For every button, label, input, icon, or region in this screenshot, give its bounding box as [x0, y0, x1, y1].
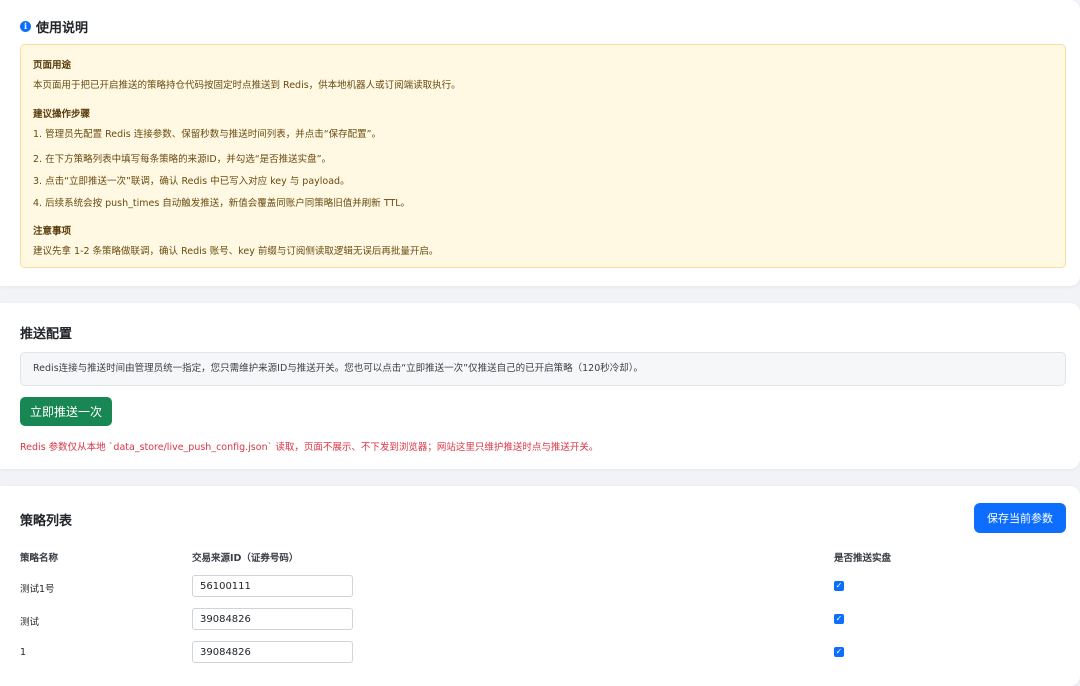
step-item: 4. 后续系统会按 push_times 自动触发推送，新值会覆盖同账户同策略旧… [33, 198, 411, 209]
checkmark-icon: ✓ [835, 647, 843, 656]
usage-guide-card: i 使用说明 页面用途 本页面用于把已开启推送的策略持仓代码按固定时点推送到 R… [0, 0, 1080, 286]
strategy-name: 测试 [20, 617, 40, 628]
strategy-name: 1 [20, 647, 27, 658]
column-header-name: 策略名称 [20, 553, 59, 564]
push-live-checkbox[interactable]: ✓ [834, 614, 844, 624]
checkmark-icon: ✓ [835, 614, 843, 623]
step-item: 3. 点击“立即推送一次”联调，确认 Redis 中已写入对应 key 与 pa… [33, 176, 350, 187]
table-row: 1 ✓ [0, 641, 1080, 665]
push-config-card: 推送配置 Redis连接与推送时间由管理员统一指定，您只需维护来源ID与推送开关… [0, 303, 1080, 469]
push-live-checkbox[interactable]: ✓ [834, 581, 844, 591]
step-item: 2. 在下方策略列表中填写每条策略的来源ID，并勾选“是否推送实盘”。 [33, 154, 332, 165]
usage-guide-title: i 使用说明 [20, 17, 88, 36]
push-config-title: 推送配置 [20, 327, 73, 342]
step-item: 1. 管理员先配置 Redis 连接参数、保留秒数与推送时间列表，并点击“保存配… [33, 129, 382, 140]
usage-guide-title-text: 使用说明 [36, 21, 89, 36]
info-circle-icon: i [20, 21, 31, 32]
push-now-button[interactable]: 立即推送一次 [20, 397, 112, 426]
checkmark-icon: ✓ [835, 581, 843, 590]
strategy-list-title: 策略列表 [20, 514, 73, 529]
column-header-push-live: 是否推送实盘 [834, 553, 892, 564]
steps-heading: 建议操作步骤 [33, 109, 91, 120]
save-params-button[interactable]: 保存当前参数 [974, 503, 1066, 533]
notes-heading: 注意事项 [33, 226, 72, 237]
push-config-info: Redis连接与推送时间由管理员统一指定，您只需维护来源ID与推送开关。您也可以… [20, 352, 1066, 386]
push-live-checkbox[interactable]: ✓ [834, 647, 844, 657]
strategy-name: 测试1号 [20, 584, 55, 595]
redis-config-note: Redis 参数仅从本地 `data_store/live_push_confi… [20, 442, 599, 453]
usage-guide-box: 页面用途 本页面用于把已开启推送的策略持仓代码按固定时点推送到 Redis，供本… [20, 44, 1066, 268]
source-id-input[interactable] [192, 608, 353, 630]
purpose-heading: 页面用途 [33, 60, 72, 71]
strategy-list-card: 策略列表 保存当前参数 策略名称 交易来源ID（证券号码） 是否推送实盘 测试1… [0, 486, 1080, 686]
source-id-input[interactable] [192, 641, 353, 663]
table-row: 测试1号 ✓ [0, 575, 1080, 599]
source-id-input[interactable] [192, 575, 353, 597]
table-row: 测试 ✓ [0, 608, 1080, 632]
column-header-source-id: 交易来源ID（证券号码） [192, 553, 299, 564]
notes-text: 建议先拿 1-2 条策略做联调，确认 Redis 账号、key 前缀与订阅侧读取… [33, 246, 439, 257]
purpose-text: 本页面用于把已开启推送的策略持仓代码按固定时点推送到 Redis，供本地机器人或… [33, 80, 461, 91]
